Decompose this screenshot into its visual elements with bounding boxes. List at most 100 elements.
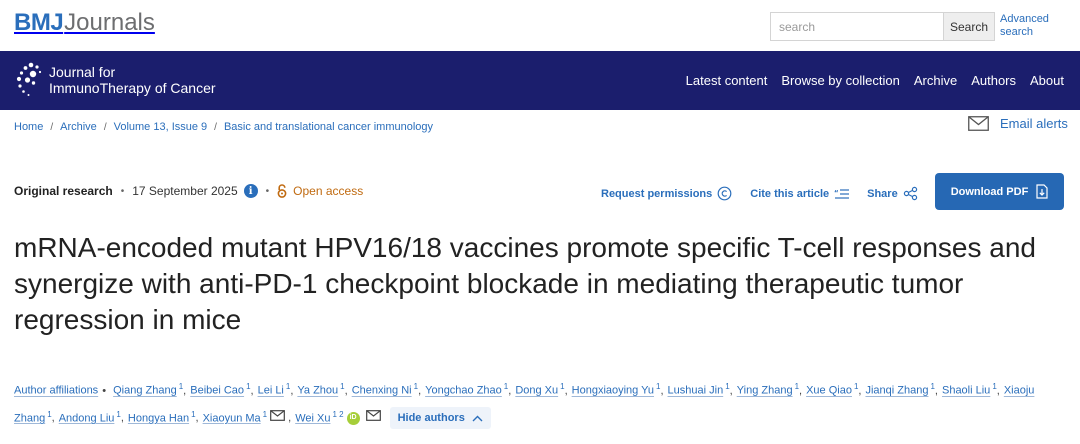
author-link[interactable]: Chenxing Ni [352,385,412,397]
author-link[interactable]: Ying Zhang [737,385,793,397]
breadcrumb-home[interactable]: Home [14,121,43,133]
download-pdf-button[interactable]: Download PDF [935,173,1064,210]
cite-article-button[interactable]: Cite this article “ [750,187,850,200]
nav-browse-by-collection[interactable]: Browse by collection [781,73,900,88]
author-separator: , [418,384,422,397]
author-separator: , [120,412,124,425]
share-icon [903,186,917,201]
author-link[interactable]: Lushuai Jin [668,385,724,397]
bmj-logo-text: BMJ [14,9,64,36]
author-separator: , [51,412,55,425]
author-separator: , [799,384,803,397]
email-alerts-link[interactable]: Email alerts [968,116,1068,131]
author-link[interactable]: Xue Qiao [806,385,852,397]
author-link[interactable]: Hongya Han [128,412,189,424]
author-separator: , [250,384,254,397]
orcid-icon[interactable]: iD [346,411,360,425]
article-type: Original research [14,184,113,198]
author-link[interactable]: Andong Liu [59,412,115,424]
author-separator: , [290,384,294,397]
open-access-label: Open access [293,184,364,198]
author-link[interactable]: Yongchao Zhao [425,385,502,397]
breadcrumb-archive[interactable]: Archive [60,121,97,133]
author-list: Author affiliations • Qiang Zhang 1, Beibei… [14,375,1074,430]
author-link[interactable]: Hongxiaoying Yu [572,385,654,397]
nav-archive[interactable]: Archive [914,73,957,88]
cite-icon: “ [834,189,850,199]
author-separator: , [729,384,733,397]
publication-date: 17 September 2025 [132,184,238,198]
author-link[interactable]: Wei Xu [295,412,330,424]
author-link[interactable]: Shaoli Liu [942,385,990,397]
author-affiliation-number: 1 [262,409,268,419]
author-link[interactable]: Qiang Zhang [113,385,177,397]
author-link[interactable]: Beibei Cao [190,385,244,397]
author-affiliation-number: 1 [725,382,730,391]
author-affiliation-number: 1 [340,382,345,391]
share-button[interactable]: Share [867,186,918,201]
chevron-up-icon [472,415,483,422]
search-button[interactable]: Search [943,12,995,41]
author-separator: , [858,384,862,397]
author-separator: , [344,384,348,397]
author-separator: , [996,384,1000,397]
request-permissions-button[interactable]: Request permissions [601,186,732,201]
author-affiliations-link[interactable]: Author affiliations [14,385,98,397]
email-author-icon[interactable] [365,406,381,430]
article-title: mRNA-encoded mutant HPV16/18 vaccines pr… [14,232,1036,335]
request-permissions-label: Request permissions [601,187,713,200]
author-separator: , [660,384,664,397]
nav-latest-content[interactable]: Latest content [686,73,768,88]
author-separator: , [183,384,187,397]
article-meta: Original research • 17 September 2025 i … [14,184,363,198]
author-link[interactable]: Ya Zhou [297,385,338,397]
copyright-icon [717,186,732,201]
meta-separator: • [120,185,125,197]
author-affiliation-number: 1 2 [332,409,344,419]
breadcrumb: Home / Archive / Volume 13, Issue 9 / Ba… [14,121,433,133]
author-separator: , [508,384,512,397]
author-link[interactable]: Jianqi Zhang [865,385,928,397]
download-pdf-label: Download PDF [950,185,1029,198]
journal-logo[interactable]: Journal for ImmunoTherapy of Cancer [15,61,216,99]
hide-authors-button[interactable]: Hide authors [389,407,491,430]
main-nav: Latest content Browse by collection Arch… [672,51,1064,110]
nav-authors[interactable]: Authors [971,73,1016,88]
share-label: Share [867,187,898,200]
author-separator: , [288,412,292,425]
open-lock-icon [277,184,287,198]
breadcrumb-issue[interactable]: Volume 13, Issue 9 [114,121,208,133]
search-input[interactable] [770,12,944,41]
breadcrumb-separator: / [50,121,54,133]
author-link[interactable]: Xiaoyun Ma [203,412,261,424]
journals-logo-text: Journals [64,9,155,36]
journal-name-line2: ImmunoTherapy of Cancer [49,80,216,96]
svg-text:“: “ [834,189,839,197]
journal-navbar: Journal for ImmunoTherapy of Cancer Late… [0,51,1080,110]
author-separator: , [934,384,938,397]
site-header: BMJ Journals Search Advanced search [0,0,1080,51]
advanced-search-link[interactable]: Advanced search [1000,13,1070,39]
journal-name-line1: Journal for [49,64,116,80]
info-icon[interactable]: i [243,184,258,198]
cite-article-label: Cite this article [750,187,830,200]
meta-separator: • [265,185,270,197]
email-alerts-label: Email alerts [1000,116,1068,131]
breadcrumb-section[interactable]: Basic and translational cancer immunolog… [224,121,433,133]
author-link[interactable]: Dong Xu [515,385,558,397]
article-actions: Request permissions Cite this article “ … [601,186,936,201]
author-link[interactable]: Lei Li [258,385,284,397]
nav-about[interactable]: About [1030,73,1064,88]
author-affiliation-number: 1 [191,409,196,419]
author-separator: , [195,412,199,425]
hide-authors-label: Hide authors [397,412,465,425]
envelope-icon [968,116,989,131]
author-affiliation-number: 1 [560,382,565,391]
author-bullet: • [102,384,107,397]
email-author-icon[interactable] [270,406,286,430]
bmj-journals-logo[interactable]: BMJ Journals [14,9,155,37]
breadcrumb-separator: / [214,121,217,133]
breadcrumb-separator: / [103,121,107,133]
author-affiliation-number: 1 [246,382,251,391]
download-file-icon [1036,184,1048,199]
